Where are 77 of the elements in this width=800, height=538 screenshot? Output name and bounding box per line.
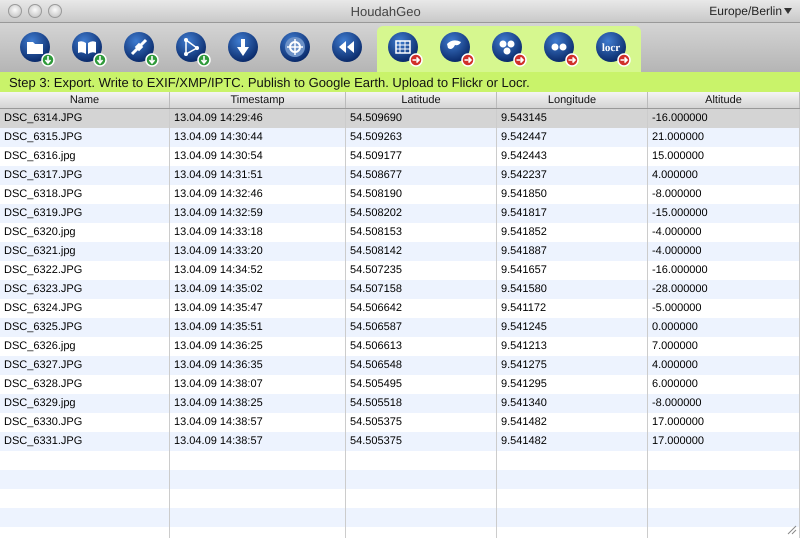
table-cell: -4.000000: [648, 242, 800, 261]
grid-icon: [387, 31, 423, 67]
table-row[interactable]: DSC_6327.JPG 13.04.09 14:36:35 54.506548 9.541275 4.000000: [0, 356, 800, 375]
table-cell: DSC_6317.JPG: [0, 166, 170, 185]
table-cell: 13.04.09 14:38:57: [170, 432, 346, 451]
table-cell: 54.507158: [346, 280, 497, 299]
table-cell: 9.541482: [497, 432, 648, 451]
table-cell: 13.04.09 14:35:02: [170, 280, 346, 299]
step-banner: Step 3: Export. Write to EXIF/XMP/IPTC. Publish to Google Earth. Upload to Flickr or Locr.: [0, 72, 800, 92]
table-cell: DSC_6327.JPG: [0, 356, 170, 375]
table-cell: 9.542447: [497, 128, 648, 147]
table-row[interactable]: DSC_6331.JPG 13.04.09 14:38:57 54.505375 9.541482 17.000000: [0, 432, 800, 451]
table-cell: 9.541580: [497, 280, 648, 299]
table-row[interactable]: DSC_6321.jpg 13.04.09 14:33:20 54.508142 9.541887 -4.000000: [0, 242, 800, 261]
column-header[interactable]: Timestamp: [170, 92, 346, 108]
table-cell: 9.542237: [497, 166, 648, 185]
table-cell: 13.04.09 14:33:20: [170, 242, 346, 261]
table-cell: 54.509263: [346, 128, 497, 147]
table-cell: 13.04.09 14:30:44: [170, 128, 346, 147]
table-cell: 54.508677: [346, 166, 497, 185]
table-cell: 4.000000: [648, 166, 800, 185]
table-cell: DSC_6319.JPG: [0, 204, 170, 223]
table-cell: 54.505518: [346, 394, 497, 413]
table-cell: DSC_6331.JPG: [0, 432, 170, 451]
table-cell: 54.506548: [346, 356, 497, 375]
zoom-button[interactable]: [48, 4, 62, 18]
table-cell: -28.000000: [648, 280, 800, 299]
table-row[interactable]: DSC_6317.JPG 13.04.09 14:31:51 54.508677 9.542237 4.000000: [0, 166, 800, 185]
table-row[interactable]: DSC_6325.JPG 13.04.09 14:35:51 54.506587 9.541245 0.000000: [0, 318, 800, 337]
table-cell: DSC_6321.jpg: [0, 242, 170, 261]
satellite-icon: [123, 31, 159, 67]
table-cell: 13.04.09 14:38:25: [170, 394, 346, 413]
caret-icon: [784, 8, 792, 14]
toolbar-step-tab[interactable]: locr: [377, 26, 641, 72]
book-icon: [71, 31, 107, 67]
table-cell: 9.541340: [497, 394, 648, 413]
column-header[interactable]: Altitude: [648, 92, 800, 108]
table-cell: 9.541887: [497, 242, 648, 261]
table-cell: DSC_6315.JPG: [0, 128, 170, 147]
table-row[interactable]: DSC_6329.jpg 13.04.09 14:38:25 54.505518 9.541340 -8.000000: [0, 394, 800, 413]
table-cell: 13.04.09 14:31:51: [170, 166, 346, 185]
table-row[interactable]: DSC_6315.JPG 13.04.09 14:30:44 54.509263 9.542447 21.000000: [0, 128, 800, 147]
table-cell: 17.000000: [648, 432, 800, 451]
table-row[interactable]: DSC_6314.JPG 13.04.09 14:29:46 54.509690 9.543145 -16.000000: [0, 109, 800, 128]
table-cell: 9.541817: [497, 204, 648, 223]
table-cell: 54.508142: [346, 242, 497, 261]
table-cell: DSC_6323.JPG: [0, 280, 170, 299]
table-cell: 54.508202: [346, 204, 497, 223]
column-header[interactable]: Name: [0, 92, 170, 108]
table-cell: -15.000000: [648, 204, 800, 223]
dots-icon: [543, 31, 579, 67]
table-cell: 9.541245: [497, 318, 648, 337]
toolbar-button[interactable]: locr: [587, 29, 639, 69]
table-cell: 21.000000: [648, 128, 800, 147]
table-row[interactable]: DSC_6319.JPG 13.04.09 14:32:59 54.508202 9.541817 -15.000000: [0, 204, 800, 223]
table-cell: -8.000000: [648, 394, 800, 413]
table-cell: 13.04.09 14:32:59: [170, 204, 346, 223]
table-row[interactable]: DSC_6323.JPG 13.04.09 14:35:02 54.507158 9.541580 -28.000000: [0, 280, 800, 299]
table-cell: 54.506587: [346, 318, 497, 337]
table-cell: 9.541275: [497, 356, 648, 375]
minimize-button[interactable]: [28, 4, 42, 18]
table-cell: 4.000000: [648, 356, 800, 375]
path-icon: [175, 31, 211, 67]
table-cell: 13.04.09 14:36:35: [170, 356, 346, 375]
table-cell: 54.505375: [346, 432, 497, 451]
close-button[interactable]: [8, 4, 22, 18]
window-title: HoudahGeo: [350, 4, 422, 18]
resize-grip-icon[interactable]: [787, 525, 797, 535]
table-cell: 13.04.09 14:35:51: [170, 318, 346, 337]
timezone-dropdown[interactable]: Europe/Berlin: [709, 4, 800, 18]
table-cell: 0.000000: [648, 318, 800, 337]
dots-icon: [491, 31, 527, 67]
column-header[interactable]: Latitude: [346, 92, 497, 108]
column-header[interactable]: Longitude: [497, 92, 648, 108]
folder-icon: [19, 31, 55, 67]
table-cell: DSC_6329.jpg: [0, 394, 170, 413]
table-cell: DSC_6325.JPG: [0, 318, 170, 337]
